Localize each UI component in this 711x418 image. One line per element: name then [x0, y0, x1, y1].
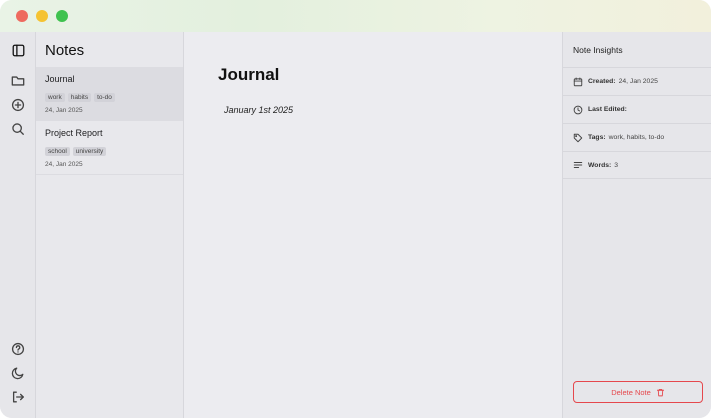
tag-badge: habits [67, 93, 92, 102]
insight-words: Words: 3 [563, 151, 711, 179]
tag-badge: school [45, 147, 70, 156]
insight-tags: Tags: work, habits, to-do [563, 123, 711, 151]
text-lines-icon [573, 162, 583, 168]
note-date: 24, Jan 2025 [45, 107, 83, 114]
note-insights-panel: Note Insights Created: 24, Jan 2025 Last… [562, 32, 711, 418]
tag-icon [573, 133, 583, 142]
note-tags: work habits to-do [45, 93, 115, 102]
help-icon[interactable] [10, 341, 26, 357]
insight-label: Tags: [588, 134, 606, 141]
add-note-icon[interactable] [10, 97, 26, 113]
note-list-item-journal[interactable]: Journal work habits to-do 24, Jan 2025 [36, 67, 183, 121]
insight-value: work, habits, to-do [608, 134, 665, 141]
insight-label: Last Edited: [588, 106, 627, 113]
insight-label: Words: [588, 161, 612, 169]
tag-badge: university [72, 147, 107, 156]
maximize-window-button[interactable] [56, 10, 68, 22]
note-name: Project Report [45, 128, 103, 138]
insight-last-edited: Last Edited: [563, 95, 711, 123]
title-bar [0, 0, 711, 32]
search-icon[interactable] [10, 121, 26, 137]
delete-note-button[interactable]: Delete Note [573, 381, 703, 403]
calendar-icon [573, 76, 583, 86]
insight-value: 24, Jan 2025 [618, 78, 658, 85]
trash-icon [656, 388, 664, 396]
minimize-window-button[interactable] [36, 10, 48, 22]
notes-panel-title: Notes [45, 42, 85, 59]
note-body[interactable]: January 1st 2025 [224, 105, 293, 115]
note-name: Journal [45, 74, 75, 84]
folder-icon[interactable] [10, 73, 26, 89]
note-list-item-project-report[interactable]: Project Report school university 24, Jan… [36, 121, 183, 175]
insight-label: Created: [588, 78, 616, 85]
clock-icon [573, 105, 583, 114]
dark-mode-moon-icon[interactable] [10, 365, 26, 381]
logout-icon[interactable] [10, 389, 26, 405]
insight-created: Created: 24, Jan 2025 [563, 67, 711, 95]
note-title[interactable]: Journal [218, 65, 279, 85]
delete-note-label: Delete Note [611, 387, 651, 397]
icon-rail [0, 32, 36, 418]
notes-list-panel: Notes Journal work habits to-do 24, Jan … [36, 32, 184, 418]
insight-value: 3 [614, 161, 619, 169]
tag-badge: to-do [94, 93, 115, 102]
sidebar-toggle-icon[interactable] [10, 42, 26, 58]
app-window: Notes Journal work habits to-do 24, Jan … [0, 0, 711, 418]
tag-badge: work [45, 93, 65, 102]
note-tags: school university [45, 147, 107, 156]
close-window-button[interactable] [16, 10, 28, 22]
note-editor[interactable]: Journal January 1st 2025 [184, 32, 562, 418]
insights-title: Note Insights [573, 45, 623, 55]
note-date: 24, Jan 2025 [45, 161, 83, 168]
